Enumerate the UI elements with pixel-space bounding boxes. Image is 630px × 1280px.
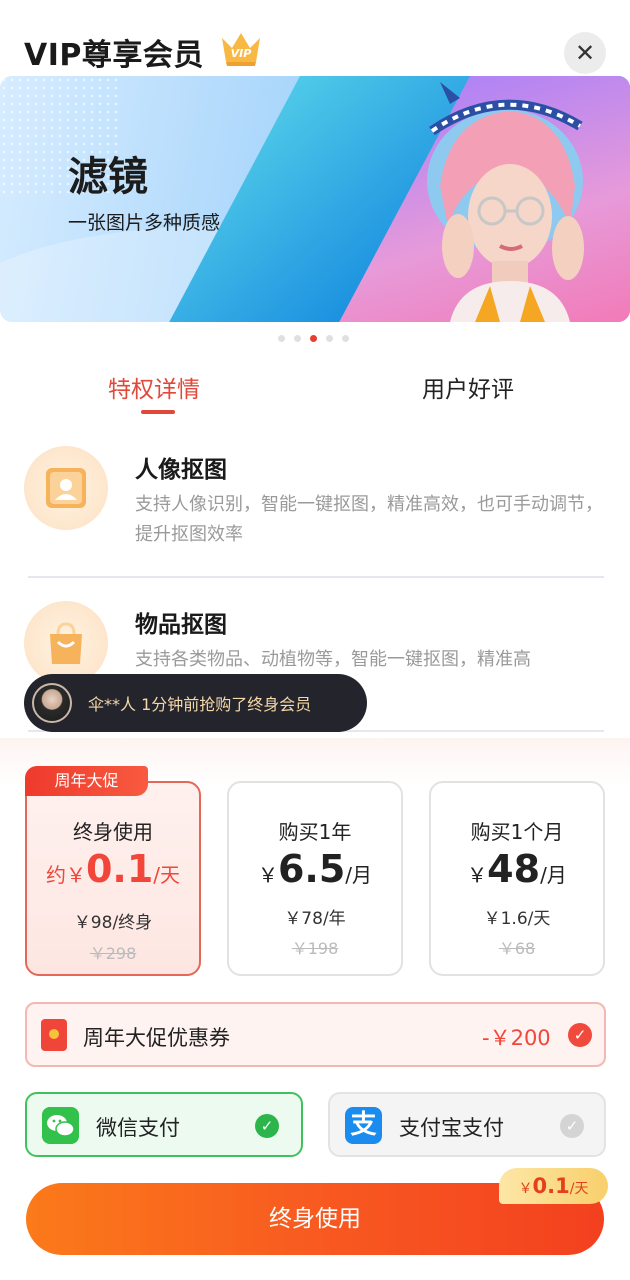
page-title: VIP尊享会员 xyxy=(24,38,204,73)
plan-original-price: ￥298 xyxy=(89,944,137,963)
plan-name: 购买1年 xyxy=(278,820,352,844)
shopping-bag-icon xyxy=(50,622,82,664)
feature-title: 物品抠图 xyxy=(135,612,227,638)
feature-divider xyxy=(28,576,604,578)
close-button[interactable]: ✕ xyxy=(564,32,606,74)
feature-title: 人像抠图 xyxy=(135,457,227,483)
banner-subtitle: 一张图片多种质感 xyxy=(68,212,221,234)
cta-price-badge: ￥0.1/天 xyxy=(499,1168,608,1204)
portrait-icon xyxy=(46,468,86,508)
tab-user-reviews[interactable]: 用户好评 xyxy=(422,370,514,404)
coupon-amount: -￥200 xyxy=(482,1026,551,1050)
purchase-toast: 伞**人 1分钟前抢购了终身会员 xyxy=(24,674,367,732)
check-icon: ✓ xyxy=(560,1114,584,1138)
payment-label: 微信支付 xyxy=(96,1116,180,1140)
check-icon: ✓ xyxy=(255,1114,279,1138)
plan-detail: ￥1.6/天 xyxy=(483,909,551,929)
carousel-dot[interactable] xyxy=(294,335,301,342)
toast-message: 伞**人 1分钟前抢购了终身会员 xyxy=(88,695,312,714)
plan-card-1-month[interactable]: 购买1个月 ￥48/月 ￥1.6/天 ￥68 xyxy=(429,781,605,976)
red-envelope-icon xyxy=(41,1019,67,1051)
coupon-row[interactable]: 周年大促优惠券 -￥200 ✓ xyxy=(25,1002,606,1067)
payment-option-wechat[interactable]: 微信支付 ✓ xyxy=(25,1092,303,1157)
coupon-label: 周年大促优惠券 xyxy=(83,1026,230,1050)
plan-original-price: ￥198 xyxy=(291,939,339,958)
payment-label: 支付宝支付 xyxy=(399,1116,504,1140)
feature-item-portrait: 人像抠图 支持人像识别，智能一键抠图，精准高效，也可手动调节，提升抠图效率 xyxy=(24,446,606,556)
promo-tag: 周年大促 xyxy=(25,766,148,796)
close-icon: ✕ xyxy=(574,39,596,67)
plan-name: 购买1个月 xyxy=(470,820,564,844)
svg-text:VIP: VIP xyxy=(231,47,252,60)
plan-card-lifetime[interactable]: 终身使用 约￥0.1/天 ￥98/终身 ￥298 xyxy=(25,781,201,976)
tab-privilege-details[interactable]: 特权详情 xyxy=(108,370,200,404)
promo-banner[interactable]: 滤镜 一张图片多种质感 xyxy=(0,76,630,322)
banner-title: 滤镜 xyxy=(68,154,148,200)
feature-description: 支持各类物品、动植物等，智能一键抠图，精准高 xyxy=(135,649,531,670)
plan-price: ￥48/月 xyxy=(467,847,567,891)
plan-detail: ￥78/年 xyxy=(284,909,346,929)
alipay-icon: 支 xyxy=(345,1107,382,1144)
carousel-dot[interactable] xyxy=(278,335,285,342)
header: VIP尊享会员 VIP ✕ xyxy=(0,0,630,76)
plan-name: 终身使用 xyxy=(73,820,153,844)
vip-crown-icon: VIP xyxy=(222,33,260,66)
feature-description: 支持人像识别，智能一键抠图，精准高效，也可手动调节，提升抠图效率 xyxy=(135,494,603,545)
carousel-dot[interactable] xyxy=(326,335,333,342)
banner-model-image xyxy=(427,82,584,322)
carousel-indicator xyxy=(278,335,349,342)
carousel-dot-active[interactable] xyxy=(310,335,317,342)
carousel-dot[interactable] xyxy=(342,335,349,342)
wechat-icon xyxy=(42,1107,79,1144)
plan-card-1-year[interactable]: 购买1年 ￥6.5/月 ￥78/年 ￥198 xyxy=(227,781,403,976)
feature-icon-wrapper xyxy=(24,601,108,685)
plan-price: 约￥0.1/天 xyxy=(45,847,181,891)
plan-detail: ￥98/终身 xyxy=(73,913,153,933)
feature-icon-wrapper xyxy=(24,446,108,530)
active-tab-indicator xyxy=(141,410,175,414)
plan-price: ￥6.5/月 xyxy=(257,847,373,891)
avatar xyxy=(32,683,72,723)
payment-option-alipay[interactable]: 支 支付宝支付 ✓ xyxy=(328,1092,606,1157)
coupon-check-icon[interactable]: ✓ xyxy=(568,1023,592,1047)
plan-original-price: ￥68 xyxy=(498,939,536,958)
